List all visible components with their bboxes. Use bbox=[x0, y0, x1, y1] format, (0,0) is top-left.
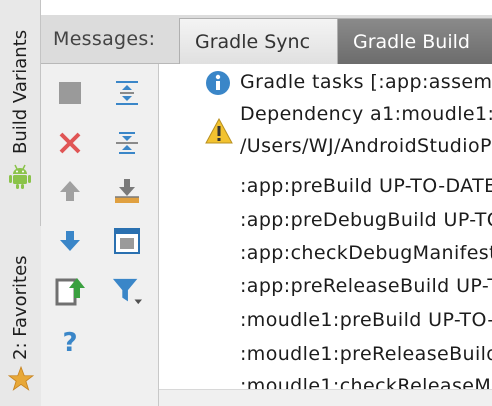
message-text: :app:preBuild UP-TO-DATE bbox=[240, 175, 492, 197]
export-icon bbox=[115, 179, 139, 203]
tool-window-strip: Build Variants 2: Favorites bbox=[0, 0, 41, 406]
previous-message-button[interactable] bbox=[55, 176, 85, 206]
tab-gradle-build[interactable]: Gradle Build bbox=[337, 18, 492, 64]
android-icon bbox=[9, 164, 31, 189]
list-item[interactable]: :app:preReleaseBuild UP-TO-DATE bbox=[159, 272, 492, 306]
list-item[interactable]: Dependency a1:moudle1:unspecified bbox=[159, 100, 492, 144]
message-text: Dependency a1:moudle1:unspecified bbox=[240, 103, 492, 125]
stop-icon bbox=[59, 82, 81, 104]
star-icon bbox=[8, 366, 34, 391]
down-arrow-icon bbox=[60, 231, 80, 251]
stop-button[interactable] bbox=[55, 78, 85, 108]
collapse-all-button[interactable] bbox=[112, 128, 142, 158]
expand-all-icon bbox=[116, 81, 138, 105]
jump-to-source-icon bbox=[55, 278, 85, 306]
list-item[interactable]: Gradle tasks [:app:assembleDebug] bbox=[159, 66, 492, 100]
list-item[interactable]: :app:preBuild UP-TO-DATE bbox=[159, 172, 492, 206]
list-item[interactable]: /Users/WJ/AndroidStudioProjects bbox=[159, 132, 492, 166]
list-item[interactable]: :moudle1:preReleaseBuild UP-TO-DATE bbox=[159, 340, 492, 374]
collapse-all-icon bbox=[116, 132, 138, 154]
message-text: :moudle1:preBuild UP-TO-DATE bbox=[240, 309, 492, 331]
tab-gradle-sync[interactable]: Gradle Sync bbox=[179, 18, 339, 64]
message-text: :app:checkDebugManifest bbox=[240, 242, 492, 264]
next-message-button[interactable] bbox=[55, 226, 85, 256]
message-text: :app:preReleaseBuild UP-TO-DATE bbox=[240, 275, 492, 297]
help-button[interactable]: ? bbox=[55, 326, 85, 356]
preview-button[interactable] bbox=[112, 226, 142, 256]
up-arrow-icon bbox=[60, 181, 80, 201]
svg-text:?: ? bbox=[62, 328, 77, 355]
favorites-label: 2: Favorites bbox=[10, 255, 31, 360]
filter-button[interactable] bbox=[112, 276, 142, 306]
horizontal-scrollbar[interactable] bbox=[159, 389, 492, 406]
expand-all-button[interactable] bbox=[112, 78, 142, 108]
list-item[interactable]: :app:preDebugBuild UP-TO-DATE bbox=[159, 206, 492, 240]
info-icon bbox=[206, 71, 230, 95]
build-variants-tab[interactable]: Build Variants bbox=[0, 0, 41, 190]
message-text: :moudle1:preReleaseBuild UP-TO-DATE bbox=[240, 343, 492, 365]
messages-list[interactable]: Gradle tasks [:app:assembleDebug] Depend… bbox=[159, 64, 492, 406]
message-text: Gradle tasks [:app:assembleDebug] bbox=[240, 71, 492, 93]
filter-icon bbox=[112, 278, 142, 305]
close-button[interactable] bbox=[55, 128, 85, 158]
build-variants-label: Build Variants bbox=[10, 29, 31, 154]
help-icon: ? bbox=[62, 328, 77, 355]
list-item[interactable]: :app:checkDebugManifest bbox=[159, 239, 492, 273]
close-icon bbox=[59, 132, 81, 154]
list-item[interactable]: :moudle1:preBuild UP-TO-DATE bbox=[159, 306, 492, 340]
messages-label: Messages: bbox=[53, 28, 156, 50]
message-text: :app:preDebugBuild UP-TO-DATE bbox=[240, 209, 492, 231]
jump-to-source-button[interactable] bbox=[55, 276, 85, 306]
preview-window-icon bbox=[114, 228, 140, 254]
export-button[interactable] bbox=[112, 176, 142, 206]
messages-header: Messages: Gradle Sync Gradle Build bbox=[41, 15, 492, 64]
favorites-tab[interactable]: 2: Favorites bbox=[0, 226, 41, 406]
messages-toolbar: ? bbox=[41, 64, 159, 406]
message-text: /Users/WJ/AndroidStudioProjects bbox=[240, 135, 492, 157]
